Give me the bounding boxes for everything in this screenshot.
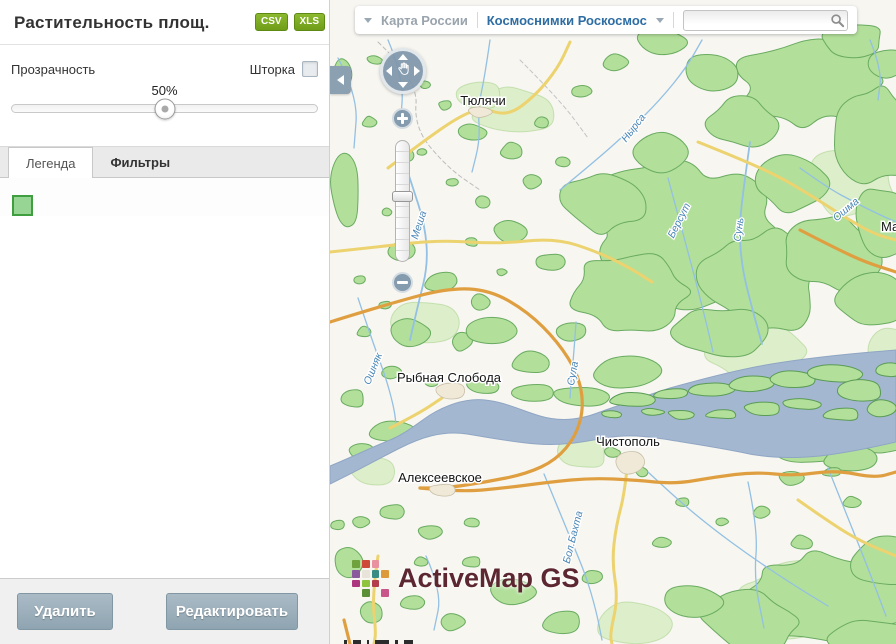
opacity-slider[interactable] xyxy=(11,104,318,113)
arrow-right-icon[interactable] xyxy=(414,66,420,76)
legend-swatch xyxy=(12,195,33,216)
map-canvas[interactable]: Тюлячи Рыбная Слобода Чистополь Алексеев… xyxy=(330,0,896,644)
town-label-rybnaya-sloboda: Рыбная Слобода xyxy=(397,370,502,385)
opacity-value: 50% xyxy=(11,83,318,98)
delete-button[interactable]: Удалить xyxy=(17,593,113,630)
opacity-slider-block: 50% xyxy=(11,83,318,113)
arrow-left-icon[interactable] xyxy=(386,66,392,76)
town-label-alekseevskoye: Алексеевское xyxy=(398,470,482,485)
map-image: Тюлячи Рыбная Слобода Чистополь Алексеев… xyxy=(330,0,896,644)
panel-footer: Удалить Редактировать xyxy=(0,578,329,644)
activemap-logo: ActiveMap GS xyxy=(352,560,580,597)
imagery-layer-link[interactable]: Космоснимки Роскосмос xyxy=(487,13,647,28)
activemap-app: Растительность площ. CSV XLS Прозрачност… xyxy=(0,0,896,644)
base-layer-link[interactable]: Карта России xyxy=(381,13,468,28)
export-xls-button[interactable]: XLS xyxy=(294,13,325,31)
zoom-out-button[interactable] xyxy=(392,272,413,293)
opacity-row: Прозрачность Шторка xyxy=(11,61,318,77)
search-input[interactable] xyxy=(683,10,848,31)
curtain-label: Шторка xyxy=(250,62,295,77)
divider xyxy=(673,12,674,28)
export-buttons: CSV XLS xyxy=(255,13,325,31)
sidebar-tabbar: Легенда Фильтры xyxy=(0,146,329,178)
legend-content xyxy=(0,178,329,216)
curtain-control: Шторка xyxy=(250,61,318,77)
pan-control[interactable] xyxy=(380,48,426,94)
transparency-label: Прозрачность xyxy=(11,62,95,77)
chevron-left-icon xyxy=(337,75,344,85)
arrow-down-icon[interactable] xyxy=(398,82,408,88)
panel-header: Растительность площ. CSV XLS xyxy=(0,0,329,45)
town-label-ma-partial: Ма xyxy=(881,219,896,234)
layer-panel: Растительность площ. CSV XLS Прозрачност… xyxy=(0,0,330,644)
layer-switcher-bar: Карта России Космоснимки Роскосмос xyxy=(355,6,857,34)
search-icon[interactable] xyxy=(830,13,845,33)
map-search xyxy=(683,10,848,31)
chevron-down-icon[interactable] xyxy=(364,18,372,23)
opacity-slider-thumb[interactable] xyxy=(154,98,175,119)
edit-button[interactable]: Редактировать xyxy=(166,593,298,630)
attribution-cut-off xyxy=(344,640,413,644)
activemap-logo-icon xyxy=(352,560,389,597)
chevron-down-icon[interactable] xyxy=(656,18,664,23)
export-csv-button[interactable]: CSV xyxy=(255,13,288,31)
zoom-slider[interactable] xyxy=(395,140,410,262)
town-label-chistopol: Чистополь xyxy=(596,434,660,449)
tab-filters[interactable]: Фильтры xyxy=(93,147,187,177)
activemap-logo-text: ActiveMap GS xyxy=(398,563,580,594)
town-label-tyulyachi: Тюлячи xyxy=(460,93,506,108)
divider xyxy=(477,12,478,28)
zoom-in-button[interactable] xyxy=(392,108,413,129)
tab-legend[interactable]: Легенда xyxy=(8,147,93,178)
curtain-checkbox[interactable] xyxy=(302,61,318,77)
zoom-slider-handle[interactable] xyxy=(392,191,413,202)
collapse-panel-button[interactable] xyxy=(330,66,351,94)
hand-icon xyxy=(394,60,412,83)
